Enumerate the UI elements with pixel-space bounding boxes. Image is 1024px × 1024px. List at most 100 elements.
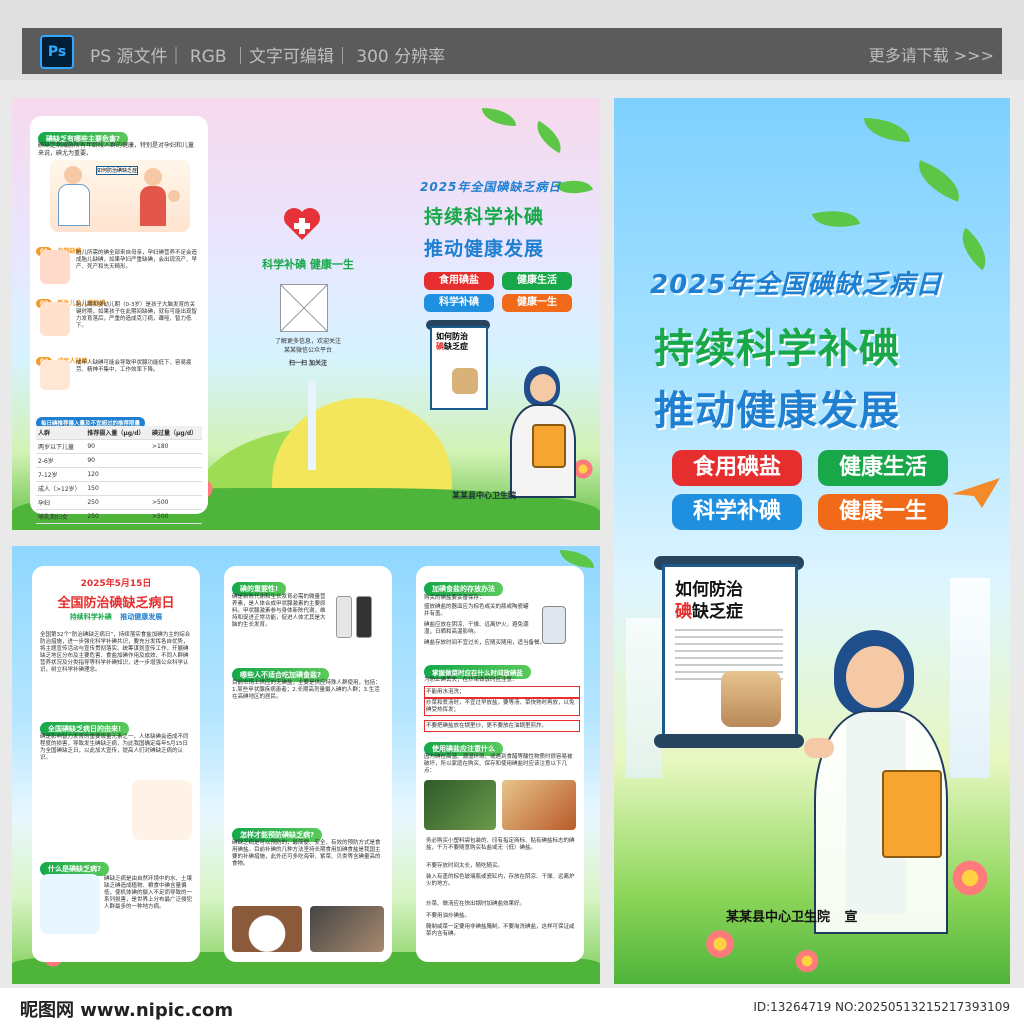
inside-title: 全国防治碘缺乏病日 bbox=[57, 596, 175, 611]
tower-decoration bbox=[308, 380, 316, 470]
flower-decoration bbox=[794, 948, 820, 974]
hand-illustration bbox=[804, 738, 834, 758]
table-cell: 250 bbox=[85, 509, 150, 524]
usage-item: 务必购买小塑料袋包装的、印有指定商标、贴有碘盐标志的碘盐，千万不要随意购买私盐或… bbox=[426, 838, 575, 851]
table-cell: 90 bbox=[85, 453, 150, 468]
tag-healthy-life: 健康生活 bbox=[818, 450, 948, 486]
image-id-watermark: ID:13264719 NO:20250513215217393109 bbox=[753, 1000, 1010, 1014]
photoshop-icon: Ps bbox=[40, 35, 74, 69]
salt-bag-illustration bbox=[452, 368, 478, 394]
clipboard-illustration bbox=[532, 424, 566, 468]
importance-text: 碘是新陈代谢和生长发育必需的微量营养素，是人体合成甲状腺激素的主要原料。甲状腺激… bbox=[232, 594, 326, 628]
origin-text: 碘是影响智力发育的重要微量元素之一，人体缺碘会造成不同程度的损害，导致发生碘缺乏… bbox=[40, 734, 189, 761]
egg-dish-photo bbox=[502, 780, 576, 830]
table-cell: 90 bbox=[85, 439, 150, 454]
table-cell: >180 bbox=[149, 439, 202, 454]
more-download-link[interactable]: 更多请下载 >>> bbox=[869, 42, 994, 66]
inside-spread: 2025年5月15日 全国防治碘缺乏病日 持续科学补碘 推动健康发展 全国第32… bbox=[12, 546, 600, 984]
file-info-caption: PS 源文件｜ RGB ｜文字可编辑｜ 300 分辨率 bbox=[90, 47, 446, 67]
site-watermark: 昵图网 www.nipic.com bbox=[20, 1000, 234, 1021]
poster-label: 如何防治碘缺乏症 bbox=[96, 166, 138, 175]
usage-item: 炒菜、做汤应在快出锅时加碘盐效果好。 bbox=[426, 901, 526, 907]
table-cell: 120 bbox=[85, 467, 150, 482]
table-cell: 哺乳期妇女 bbox=[36, 509, 86, 524]
scroll-title-iodine: 碘 bbox=[675, 602, 692, 622]
leaf-decoration bbox=[951, 227, 997, 271]
tag-lifelong-health: 健康一生 bbox=[818, 494, 948, 530]
doctor-body bbox=[58, 184, 90, 226]
hazard-text: 成年人缺碘可能会导致甲状腺功能低下，容易疲劳、精神不集中、工作效率下降。 bbox=[76, 360, 192, 373]
usage-item: 不要存放时间太长，随吃随买。 bbox=[426, 863, 504, 869]
tower-decoration bbox=[950, 578, 990, 778]
cover-slogan-2: 推动健康发展 bbox=[654, 388, 900, 434]
flower-decoration bbox=[704, 928, 736, 960]
hazard-item: 03 成年人缺碘 成年人缺碘可能会导致甲状腺功能低下，容易疲劳、精神不集中、工作… bbox=[36, 348, 202, 390]
usage-item: 腌制咸菜一定要用非碘盐腌制，不要淘洗碘盐，这样可保证咸菜内含有碘。 bbox=[426, 924, 575, 937]
cooking-intro: 为防止碘丢失，在炒菜做饭时应注意： bbox=[424, 677, 518, 683]
mother-body bbox=[140, 186, 166, 226]
prevent-text: 碘缺乏病是可以预防的，最简便、安全、有效的预防方式是食用碘盐。目前补碘的几种方法… bbox=[232, 840, 381, 867]
bottle-illustration bbox=[356, 596, 372, 638]
cover-slogan-1: 持续科学补碘 bbox=[654, 326, 900, 372]
tag-scientific-iodine: 科学补碘 bbox=[672, 494, 802, 530]
table-cell: >500 bbox=[149, 509, 202, 524]
family-illustration: 如何防治碘缺乏症 bbox=[50, 160, 190, 232]
table-row: 成人（>12岁） 150 bbox=[36, 481, 202, 496]
tag-healthy-life: 健康生活 bbox=[502, 272, 572, 290]
scroll-rod bbox=[654, 734, 804, 748]
child-head bbox=[168, 190, 180, 202]
table-cell: 7-12岁 bbox=[36, 467, 86, 482]
qr-scan-label: 扫一扫 加关注 bbox=[288, 360, 328, 367]
table-cell bbox=[149, 481, 202, 496]
table-row: 孕妇 250 >500 bbox=[36, 495, 202, 510]
clipboard-illustration bbox=[882, 770, 942, 858]
scroll-title-iodine: 碘 bbox=[436, 342, 444, 351]
vegetable-photo bbox=[424, 780, 496, 830]
cooking-item: 不要把碘盐放在锅里炒，更不要放在油锅里煎炸。 bbox=[424, 720, 580, 732]
iodine-intake-table: 人群 推荐摄入量（μg/d） 碘过量（μg/d） 两岁以下儿童 90 >180 2-… bbox=[36, 426, 202, 524]
leaf-decoration bbox=[529, 120, 569, 154]
bottle-illustration bbox=[336, 596, 352, 638]
table-cell: 2-6岁 bbox=[36, 453, 86, 468]
leaf-decoration bbox=[864, 118, 910, 142]
tag-iodized-salt: 食用碘盐 bbox=[672, 450, 802, 486]
table-header-cell: 人群 bbox=[36, 426, 86, 440]
hazards-card: 碘缺乏有哪些主要危害? 碘缺乏病威胁所有年龄段人群的健康，特别是对孕妇和儿童来说… bbox=[30, 116, 208, 524]
inside-date: 2025年5月15日 bbox=[80, 579, 152, 589]
community-illustration bbox=[132, 780, 192, 840]
usage-intro: 因为碘在高温、潮湿环境、或遇到食醋等酸性物质时很容易被破坏，所以家庭在购买、保存… bbox=[424, 754, 573, 774]
inside-col-3: 加碘食盐的存放办法 购买的碘盐要妥善保存： 盛放碘盐的器皿应为棕色或关的瓶或陶瓷… bbox=[416, 566, 584, 962]
doctor-face bbox=[530, 374, 556, 402]
salt-shaker-illustration bbox=[542, 606, 566, 644]
hazard-text: 胎儿期和婴幼儿期（0-3岁）是孩子大脑发育的关键时期，如果孩子在此期间缺碘，就有… bbox=[76, 302, 198, 329]
inside-sub-2: 推动健康发展 bbox=[120, 613, 163, 621]
tower-decoration bbox=[626, 618, 662, 778]
table-row: 哺乳期妇女 250 >500 bbox=[36, 509, 202, 524]
table-cell: >500 bbox=[149, 495, 202, 510]
inner-slogan-1: 持续科学补碘 bbox=[424, 206, 545, 228]
inner-publisher: 某某县中心卫生院 bbox=[452, 491, 516, 500]
table-row: 两岁以下儿童 90 >180 bbox=[36, 439, 202, 454]
heart-icon bbox=[282, 206, 322, 242]
info-scroll: 如何防治 碘缺乏症 bbox=[662, 564, 798, 742]
cooking-item: 不能用水泡洗； bbox=[424, 686, 580, 698]
scroll-title-2: 缺乏症 bbox=[444, 342, 468, 351]
cover-publisher: 某某县中心卫生院 bbox=[726, 910, 831, 925]
inner-date-title: 2025年全国碘缺乏病日 bbox=[420, 180, 562, 194]
baby-illustration bbox=[40, 302, 70, 336]
table-cell: 250 bbox=[85, 495, 150, 510]
tag-lifelong-health: 健康一生 bbox=[502, 294, 572, 312]
salt-photo bbox=[232, 906, 302, 952]
cover-date-title: 2025年全国碘缺乏病日 bbox=[650, 270, 943, 300]
cover-publisher-suffix: 宣 bbox=[844, 910, 858, 925]
qr-note: 了解更多信息，欢迎关注 某某微信公众平台 bbox=[274, 338, 341, 354]
info-scroll: 如何防治 碘缺乏症 bbox=[430, 326, 488, 410]
inside-sub-1: 持续科学补碘 bbox=[69, 613, 112, 621]
hazard-text: 胎儿所需的碘全部来自母亲，孕妇碘营养不足会造成胎儿缺碘，如果孕妇严重缺碘，会出现… bbox=[76, 250, 198, 270]
inside-col-1: 2025年5月15日 全国防治碘缺乏病日 持续科学补碘 推动健康发展 全国第32… bbox=[32, 566, 200, 962]
qr-code-placeholder bbox=[280, 284, 328, 332]
usage-item: 不要用油炒碘盐。 bbox=[426, 913, 471, 919]
hazards-intro: 碘缺乏病威胁所有年龄段人群的健康，特别是对孕妇和儿童来说，碘尤为重要。 bbox=[38, 142, 195, 157]
table-row: 7-12岁 120 bbox=[36, 467, 202, 482]
salt-bag-illustration bbox=[721, 671, 781, 727]
